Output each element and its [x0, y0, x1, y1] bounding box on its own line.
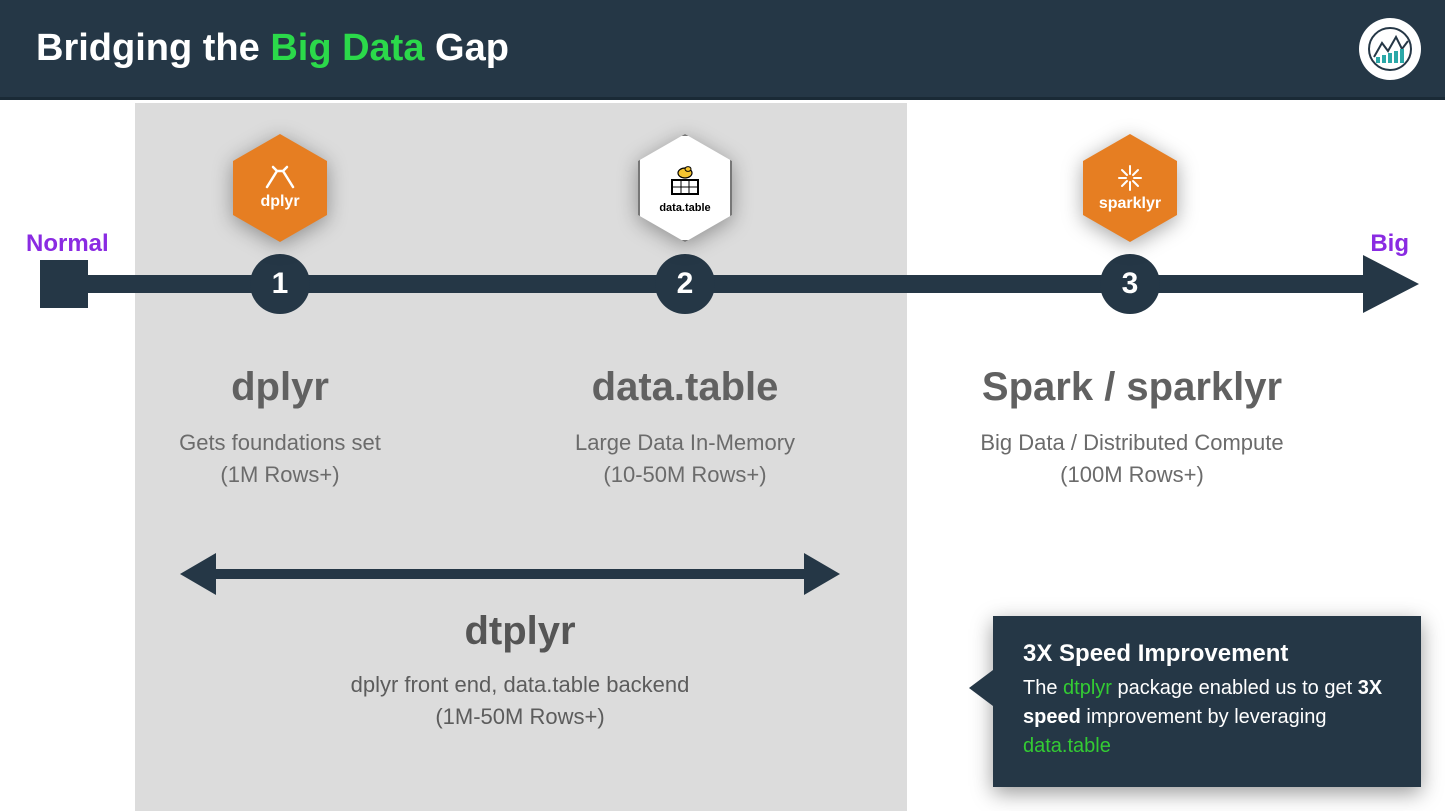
timeline-arrow [40, 275, 1419, 293]
col3-title: Spark / sparklyr [952, 365, 1312, 410]
dtplyr-desc: dplyr front end, data.table backend [150, 672, 890, 698]
dtplyr-rows: (1M-50M Rows+) [150, 704, 890, 730]
callout-heading: 3X Speed Improvement [1023, 640, 1393, 668]
datatable-hex-label: data.table [659, 202, 710, 214]
speed-callout: 3X Speed Improvement The dtplyr package … [993, 616, 1421, 787]
col1-title: dplyr [100, 365, 460, 410]
dtplyr-title: dtplyr [150, 609, 890, 654]
header-bar: Bridging the Big Data Gap [0, 0, 1445, 100]
timeline-node-3: 3 [1100, 254, 1160, 314]
title-accent: Big Data [270, 27, 424, 69]
col3-desc: Big Data / Distributed Compute [952, 430, 1312, 456]
brand-logo-icon [1359, 18, 1421, 80]
col1-rows: (1M Rows+) [100, 462, 460, 488]
title-pre: Bridging the [36, 27, 270, 69]
column-datatable: data.table Large Data In-Memory (10-50M … [505, 365, 865, 494]
callout-dtplyr: dtplyr [1063, 677, 1112, 699]
callout-t2: package enabled us to get [1112, 677, 1358, 699]
datatable-hex-icon: data.table [638, 134, 732, 242]
page-title: Bridging the Big Data Gap [36, 27, 509, 70]
callout-body: The dtplyr package enabled us to get 3X … [1023, 674, 1393, 761]
col3-rows: (100M Rows+) [952, 462, 1312, 488]
sparklyr-hex-label: sparklyr [1099, 195, 1161, 213]
col1-desc: Gets foundations set [100, 430, 460, 456]
title-post: Gap [424, 27, 508, 69]
timeline-end-label: Big [1370, 230, 1409, 258]
callout-t3: improvement by leveraging [1081, 706, 1327, 728]
col2-rows: (10-50M Rows+) [505, 462, 865, 488]
dtplyr-range-arrow [180, 553, 840, 595]
callout-datatable: data.table [1023, 735, 1111, 757]
column-dplyr: dplyr Gets foundations set (1M Rows+) [100, 365, 460, 494]
arrow-line [208, 569, 812, 579]
timeline-node-1: 1 [250, 254, 310, 314]
dtplyr-block: dtplyr dplyr front end, data.table backe… [150, 605, 890, 736]
col2-title: data.table [505, 365, 865, 410]
dplyr-hex-icon: dplyr [233, 134, 327, 242]
timeline-start-label: Normal [26, 230, 109, 258]
callout-t1: The [1023, 677, 1063, 699]
timeline-arrowhead-icon [1363, 255, 1419, 313]
arrow-right-icon [804, 553, 840, 595]
col2-desc: Large Data In-Memory [505, 430, 865, 456]
sparklyr-hex-icon: sparklyr [1083, 134, 1177, 242]
dplyr-hex-label: dplyr [260, 193, 299, 211]
column-sparklyr: Spark / sparklyr Big Data / Distributed … [952, 365, 1312, 494]
timeline-node-2: 2 [655, 254, 715, 314]
